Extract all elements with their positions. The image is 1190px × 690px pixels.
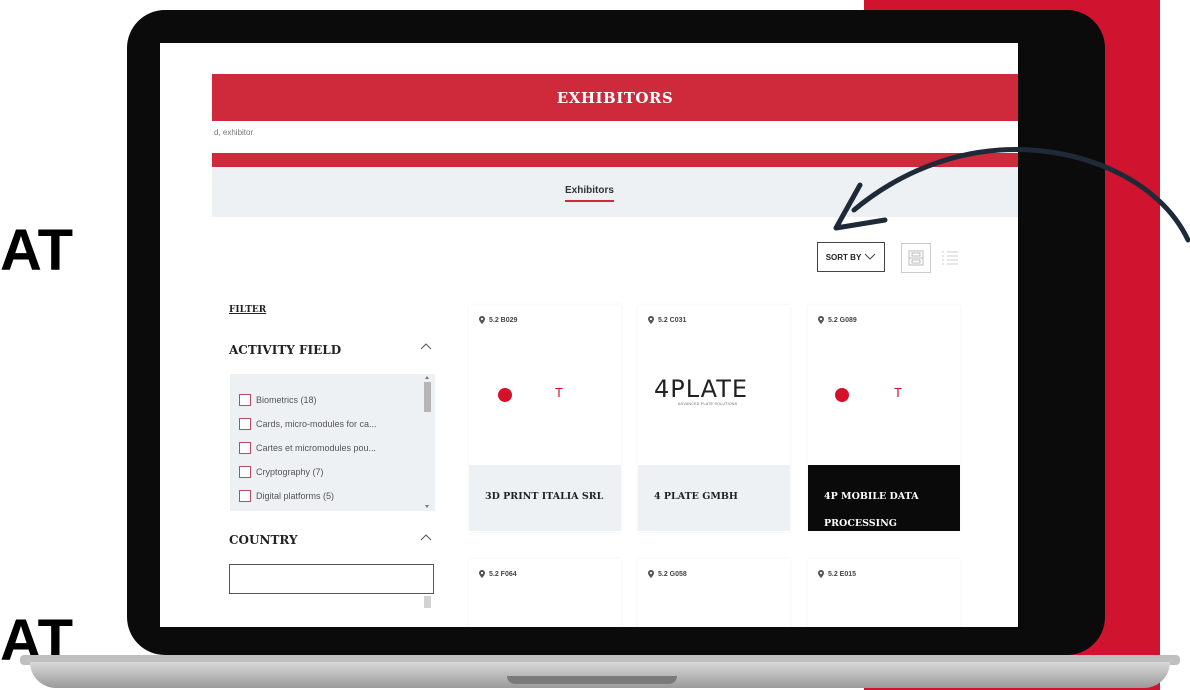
exhibitor-name: 4 PLATE GMBH xyxy=(638,465,790,531)
booth-location: 5.2 G089 xyxy=(818,316,857,324)
checkbox[interactable] xyxy=(239,394,251,406)
chevron-up-icon[interactable] xyxy=(420,532,432,544)
activity-checkbox-cartes[interactable]: Cartes et micromodules pou... xyxy=(239,442,376,454)
search-input[interactable] xyxy=(212,127,516,138)
checkbox[interactable] xyxy=(239,490,251,502)
checkbox-label: Digital platforms (5) xyxy=(256,491,335,501)
filter-label: FILTER xyxy=(229,305,267,315)
scroll-down-arrow-icon[interactable] xyxy=(425,505,429,508)
checkbox[interactable] xyxy=(239,442,251,454)
page-title: EXHIBITORS xyxy=(556,88,674,107)
activity-field-heading: ACTIVITY FIELD xyxy=(229,343,342,357)
country-heading: COUNTRY xyxy=(229,533,298,547)
booth-location: 5.2 F064 xyxy=(479,570,517,578)
checkbox-label: Biometrics (18) xyxy=(256,395,317,405)
exhibitor-card[interactable]: 5.2 B029 T 3D PRINT ITALIA SRL xyxy=(469,305,621,532)
location-pin-icon xyxy=(818,316,824,324)
exhibitor-card[interactable]: 5.2 E015 xyxy=(808,559,960,627)
t-letter-logo-icon: T xyxy=(555,385,563,400)
location-pin-icon xyxy=(479,316,485,324)
exhibitor-card[interactable]: 5.2 C031 4PLATE ADVANCED PLATE SOLUTIONS… xyxy=(638,305,790,532)
chevron-up-icon[interactable] xyxy=(420,341,432,353)
list-view-icon xyxy=(942,251,958,265)
location-pin-icon xyxy=(479,570,485,578)
exhibitor-card[interactable]: 5.2 F064 xyxy=(469,559,621,627)
booth-location: 5.2 B029 xyxy=(479,316,517,324)
checkbox-label: Cryptography (7) xyxy=(256,467,324,477)
activity-checkbox-cryptography[interactable]: Cryptography (7) xyxy=(239,466,324,478)
red-dot-logo-icon xyxy=(835,388,849,402)
checkbox[interactable] xyxy=(239,418,251,430)
scroll-up-arrow-icon[interactable] xyxy=(425,376,429,379)
side-heading-fragment: AT xyxy=(0,218,74,283)
location-pin-icon xyxy=(648,316,654,324)
laptop-notch xyxy=(507,676,677,684)
location-pin-icon xyxy=(818,570,824,578)
exhibitor-card[interactable]: 5.2 G058 xyxy=(638,559,790,627)
exhibitor-logo: 4PLATE ADVANCED PLATE SOLUTIONS xyxy=(654,377,774,406)
sort-by-label: SORT BY xyxy=(825,252,862,262)
activity-checkbox-biometrics[interactable]: Biometrics (18) xyxy=(239,394,317,406)
exhibitor-name: 4P MOBILE DATA PROCESSING xyxy=(808,465,960,531)
chevron-down-icon xyxy=(864,253,876,260)
curved-arrow-icon xyxy=(833,147,1190,243)
booth-location: 5.2 C031 xyxy=(648,316,686,324)
laptop-base xyxy=(30,662,1170,688)
page-header: EXHIBITORS xyxy=(212,74,1018,121)
exhibitor-name: 3D PRINT ITALIA SRL xyxy=(469,465,621,531)
laptop-screen: EXHIBITORS Exhibitors SORT BY FILTER AC xyxy=(160,43,1018,627)
checkbox-label: Cards, micro-modules for ca... xyxy=(256,419,377,429)
country-search-input[interactable] xyxy=(229,564,434,594)
tab-exhibitors[interactable]: Exhibitors xyxy=(565,185,614,202)
exhibitor-card[interactable]: 5.2 G089 T 4P MOBILE DATA PROCESSING xyxy=(808,305,960,532)
red-dot-logo-icon xyxy=(498,388,512,402)
scrollbar-thumb[interactable] xyxy=(424,596,431,608)
location-pin-icon xyxy=(648,570,654,578)
checkbox[interactable] xyxy=(239,466,251,478)
activity-checkbox-cards[interactable]: Cards, micro-modules for ca... xyxy=(239,418,377,430)
t-letter-logo-icon: T xyxy=(894,385,902,400)
activity-checkbox-digital-platforms[interactable]: Digital platforms (5) xyxy=(239,490,334,502)
booth-location: 5.2 G058 xyxy=(648,570,687,578)
checkbox-label: Cartes et micromodules pou... xyxy=(256,443,377,453)
activity-field-list: Biometrics (18) Cards, micro-modules for… xyxy=(230,374,435,511)
scrollbar-thumb[interactable] xyxy=(424,382,431,412)
4plate-logo-text: 4PLATE xyxy=(654,375,749,403)
booth-location: 5.2 E015 xyxy=(818,570,856,578)
grid-view-icon xyxy=(908,250,924,266)
4plate-logo-subtitle: ADVANCED PLATE SOLUTIONS xyxy=(678,402,738,406)
